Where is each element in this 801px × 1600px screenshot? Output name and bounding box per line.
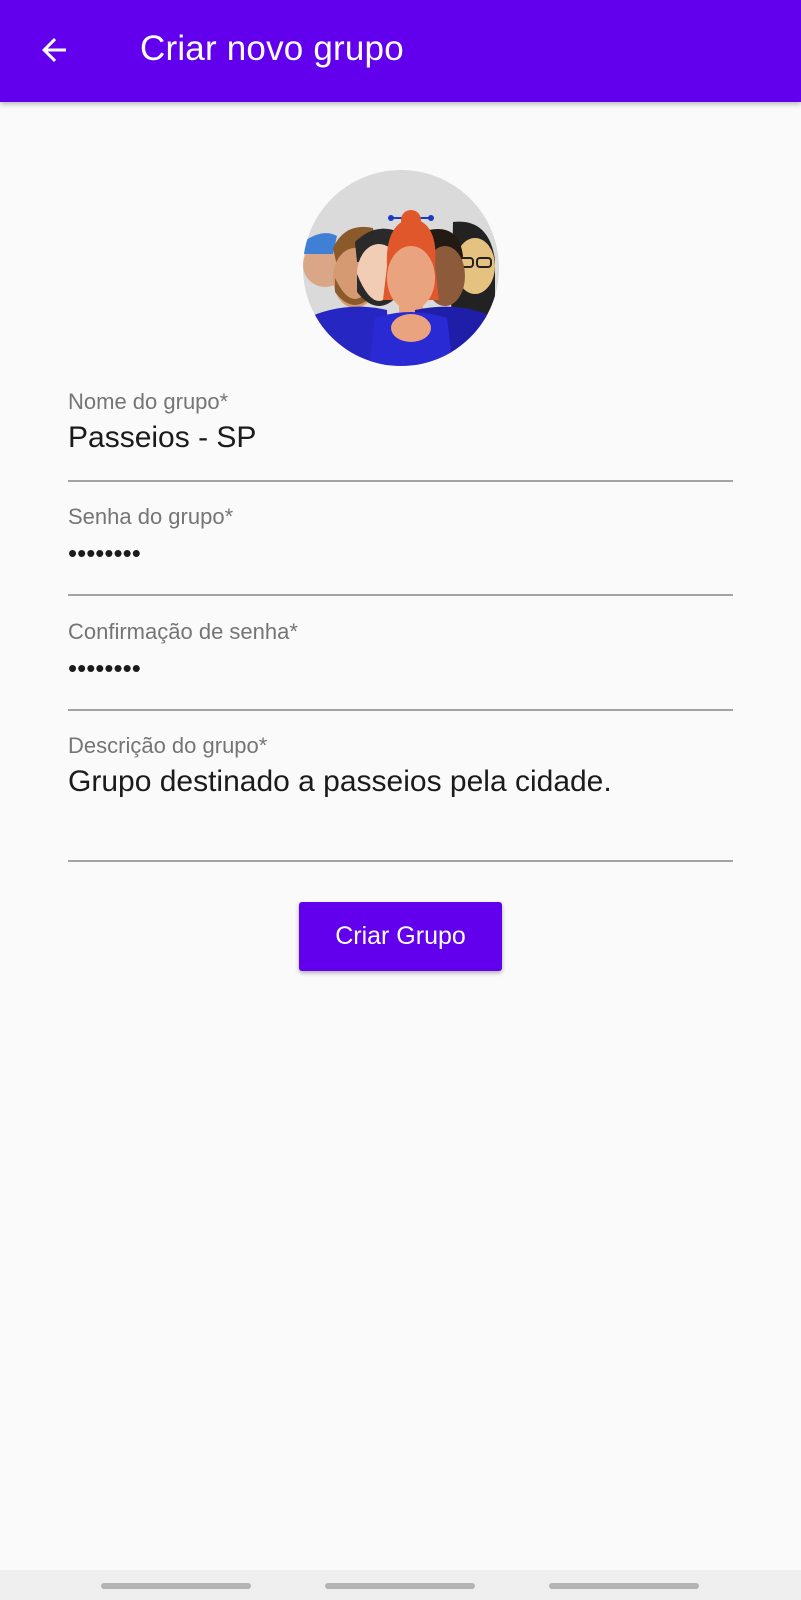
arrow-back-icon	[42, 38, 66, 62]
password-confirm-label: Confirmação de senha*	[68, 619, 298, 644]
group-password-input[interactable]: ••••••••	[68, 538, 141, 569]
group-description-label: Descrição do grupo*	[68, 733, 268, 758]
back-button[interactable]	[24, 20, 84, 80]
nav-handle-left[interactable]	[101, 1583, 251, 1589]
app-bar: Criar novo grupo	[0, 0, 801, 102]
group-password-field[interactable]: Senha do grupo* ••••••••	[68, 502, 733, 596]
group-name-input[interactable]: Passeios - SP	[68, 421, 256, 455]
group-name-label: Nome do grupo*	[68, 389, 229, 414]
page-title: Criar novo grupo	[140, 29, 404, 68]
nav-handle-right[interactable]	[549, 1583, 699, 1589]
group-description-input[interactable]: Grupo destinado a passeios pela cidade.	[68, 765, 612, 799]
nav-handle-center[interactable]	[325, 1583, 475, 1589]
create-group-button[interactable]: Criar Grupo	[299, 902, 502, 971]
password-confirm-input[interactable]: ••••••••	[68, 653, 141, 684]
group-description-field[interactable]: Descrição do grupo* Grupo destinado a pa…	[68, 731, 733, 862]
group-avatar[interactable]	[303, 170, 499, 366]
password-confirm-field[interactable]: Confirmação de senha* ••••••••	[68, 617, 733, 711]
group-name-field[interactable]: Nome do grupo* Passeios - SP	[68, 388, 733, 482]
group-password-label: Senha do grupo*	[68, 504, 234, 529]
system-navigation-bar	[0, 1570, 801, 1600]
group-people-avatar-icon	[303, 170, 499, 366]
